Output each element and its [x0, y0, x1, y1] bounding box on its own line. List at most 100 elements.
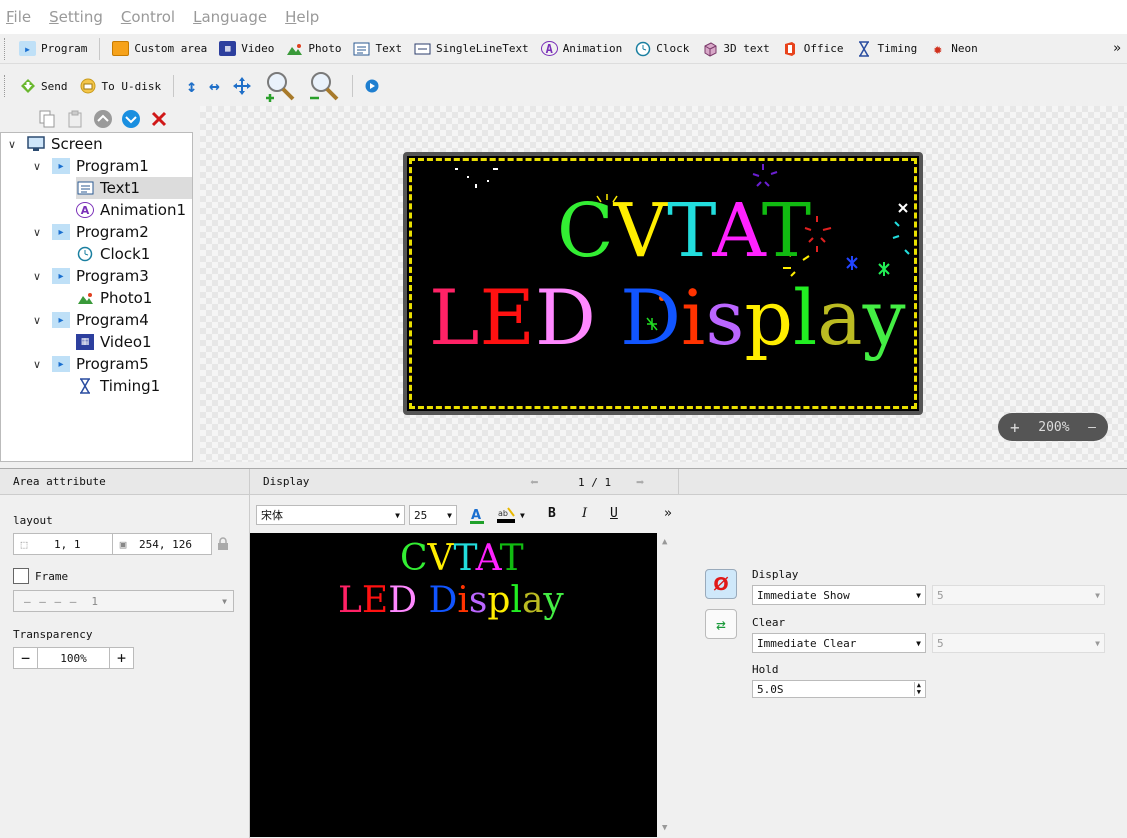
- text-color-button[interactable]: A: [466, 504, 488, 526]
- display-effect-button[interactable]: Ø: [705, 569, 737, 599]
- text-editor[interactable]: CVTAT LED Display: [250, 533, 657, 837]
- font-size-select[interactable]: 25 ▼: [409, 505, 457, 525]
- collapse-arrow-icon[interactable]: ∨: [30, 270, 44, 283]
- 3d-text-button[interactable]: 3D text: [695, 36, 775, 62]
- zoom-out-button[interactable]: [302, 72, 346, 101]
- move-down-button[interactable]: [120, 108, 142, 130]
- stretch-vertical-button[interactable]: ↕: [180, 73, 203, 99]
- minus-button[interactable]: −: [14, 648, 38, 668]
- tree-node-timing[interactable]: Timing1: [76, 375, 160, 397]
- transparency-stepper[interactable]: − 100% +: [13, 647, 134, 669]
- position-icon: ⬚: [20, 537, 28, 551]
- play-preview-button[interactable]: [359, 73, 385, 99]
- lock-ratio-button[interactable]: [212, 533, 233, 555]
- menu-setting[interactable]: Setting: [49, 8, 103, 26]
- transparency-value[interactable]: 100%: [38, 652, 109, 665]
- send-button[interactable]: Send: [13, 73, 74, 99]
- timing-icon: [856, 40, 873, 57]
- highlight-icon: ab: [497, 507, 515, 523]
- random-effect-button[interactable]: ⇄: [705, 609, 737, 639]
- office-button[interactable]: Office: [776, 36, 850, 62]
- size-field[interactable]: ▣ 254, 126: [112, 533, 212, 555]
- toolbar-grip[interactable]: [4, 37, 7, 60]
- toolbar-grip[interactable]: [4, 75, 7, 97]
- background-color-button[interactable]: ab ▼: [496, 504, 536, 526]
- dropdown-arrow-icon: ▼: [1095, 590, 1100, 600]
- collapse-arrow-icon[interactable]: ∨: [5, 138, 19, 151]
- animation-button[interactable]: A Animation: [535, 36, 629, 62]
- clear-effect-select[interactable]: Immediate Clear ▼: [752, 633, 926, 653]
- photo-icon: [286, 41, 303, 56]
- menu-help[interactable]: Help: [285, 8, 319, 26]
- text-toolbar-overflow-button[interactable]: »: [664, 506, 672, 521]
- program-icon: ▸: [19, 41, 36, 56]
- tree-node-screen[interactable]: ∨ Screen: [5, 133, 103, 155]
- frame-checkbox[interactable]: [13, 568, 29, 584]
- font-family-select[interactable]: 宋体 ▼: [256, 505, 405, 525]
- menu-file[interactable]: File: [6, 8, 31, 26]
- tree-node-program[interactable]: ∨ ▸ Program3: [30, 265, 149, 287]
- tree-node-program[interactable]: ∨ ▸ Program2: [30, 221, 149, 243]
- tree-node-animation[interactable]: A Animation1: [76, 199, 186, 221]
- program-icon: ▸: [52, 158, 70, 174]
- position-field[interactable]: ⬚ 1, 1: [13, 533, 113, 555]
- tree-node-video[interactable]: ▦ Video1: [76, 331, 152, 353]
- menu-control[interactable]: Control: [121, 8, 175, 26]
- collapse-arrow-icon[interactable]: ∨: [30, 314, 44, 327]
- spin-arrows-icon[interactable]: ▲ ▼: [913, 682, 921, 696]
- move-up-button[interactable]: [92, 108, 114, 130]
- photo-button[interactable]: Photo: [280, 36, 347, 62]
- copy-button[interactable]: [36, 108, 58, 130]
- collapse-arrow-icon[interactable]: ∨: [30, 358, 44, 371]
- display-speed-select[interactable]: 5 ▼: [932, 585, 1105, 605]
- scroll-up-icon[interactable]: ▲: [662, 537, 667, 547]
- led-screen-preview[interactable]: CVTAT LED Display: [403, 152, 923, 415]
- display-label: Display: [752, 568, 799, 581]
- tree-node-clock[interactable]: Clock1: [76, 243, 150, 265]
- dropdown-arrow-icon: ▼: [447, 510, 452, 520]
- underline-button[interactable]: U: [610, 506, 618, 521]
- scroll-down-icon[interactable]: ▼: [662, 823, 667, 833]
- zoom-in-small-button[interactable]: +: [1010, 418, 1020, 437]
- clear-speed-select[interactable]: 5 ▼: [932, 633, 1105, 653]
- display-effect-select[interactable]: Immediate Show ▼: [752, 585, 926, 605]
- copy-icon: [39, 110, 55, 128]
- next-page-icon[interactable]: ➡: [636, 475, 644, 491]
- zoom-in-button[interactable]: [258, 72, 302, 102]
- hold-time-spinbox[interactable]: 5.0S ▲ ▼: [752, 680, 926, 698]
- program-button[interactable]: ▸ Program: [13, 36, 93, 62]
- clock-button[interactable]: Clock: [628, 36, 695, 62]
- neon-button[interactable]: ✹ Neon: [923, 36, 984, 62]
- editor-scrollbar[interactable]: ▲ ▼: [657, 533, 678, 837]
- move-icon[interactable]: [226, 73, 258, 99]
- text-button[interactable]: Text: [347, 36, 408, 62]
- collapse-arrow-icon[interactable]: ∨: [30, 226, 44, 239]
- tree-node-text[interactable]: Text1: [76, 177, 192, 199]
- arrow-down-icon: [122, 110, 140, 128]
- zoom-out-small-button[interactable]: —: [1088, 420, 1096, 435]
- frame-style-select[interactable]: — — — — 1 ▼: [13, 590, 234, 612]
- timing-button[interactable]: Timing: [850, 36, 924, 62]
- stretch-horizontal-button[interactable]: ↔: [203, 73, 226, 99]
- to-udisk-button[interactable]: To U-disk: [74, 73, 168, 99]
- udisk-icon: [80, 78, 97, 94]
- toolbar-overflow-button[interactable]: »: [1107, 36, 1127, 62]
- single-line-text-button[interactable]: SingleLineText: [408, 36, 535, 62]
- shuffle-icon: ⇄: [716, 614, 726, 634]
- plus-button[interactable]: +: [109, 648, 133, 668]
- tree-node-program[interactable]: ∨ ▸ Program4: [30, 309, 149, 331]
- custom-area-button[interactable]: Custom area: [106, 36, 213, 62]
- transparency-label: Transparency: [13, 628, 93, 641]
- menu-language[interactable]: Language: [193, 8, 267, 26]
- tree-node-photo[interactable]: Photo1: [76, 287, 152, 309]
- tree-node-program[interactable]: ∨ ▸ Program1: [30, 155, 149, 177]
- italic-button[interactable]: I: [582, 506, 587, 521]
- video-button[interactable]: ▦ Video: [213, 36, 280, 62]
- paste-button[interactable]: [64, 108, 86, 130]
- zoom-out-icon: [309, 72, 339, 101]
- delete-button[interactable]: [148, 108, 170, 130]
- tree-node-program[interactable]: ∨ ▸ Program5: [30, 353, 149, 375]
- prev-page-icon[interactable]: ⬅: [530, 475, 538, 491]
- collapse-arrow-icon[interactable]: ∨: [30, 160, 44, 173]
- bold-button[interactable]: B: [548, 506, 556, 521]
